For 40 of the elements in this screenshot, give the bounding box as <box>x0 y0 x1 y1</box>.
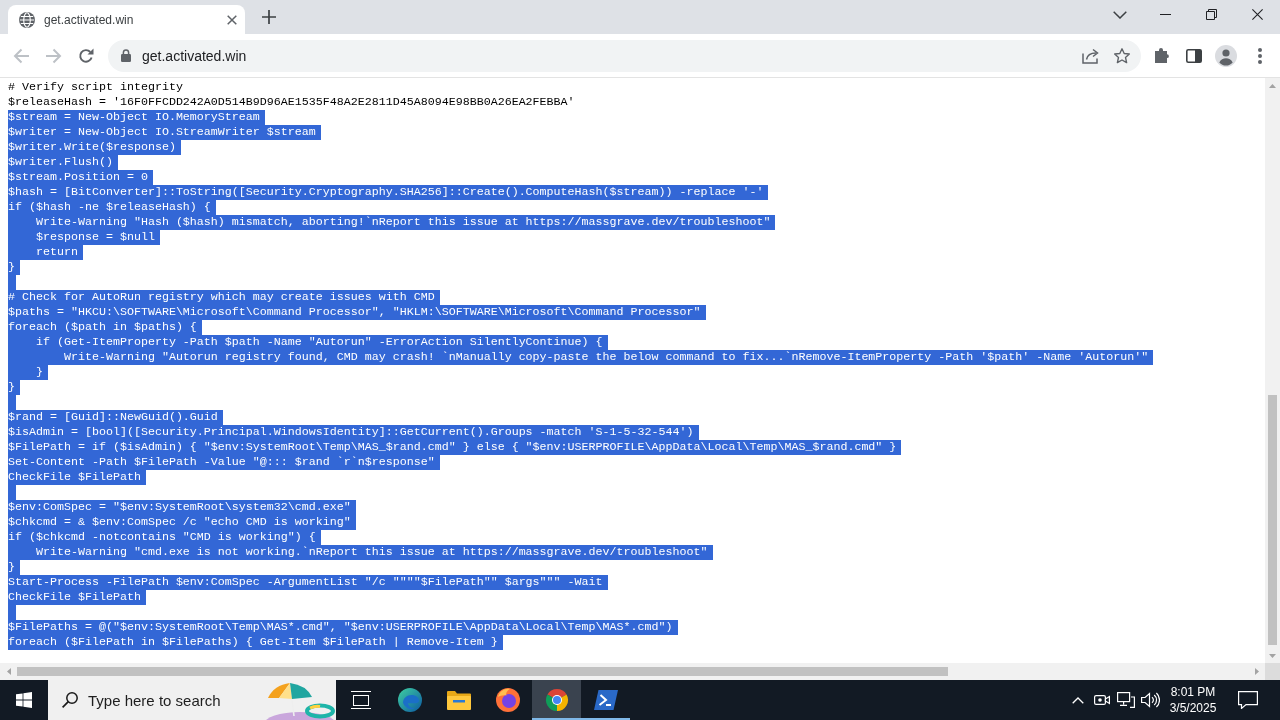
chevron-down-icon[interactable] <box>1113 11 1127 19</box>
globe-icon <box>19 11 35 28</box>
sidebar-icon[interactable] <box>1186 48 1202 63</box>
avatar-icon[interactable] <box>1215 44 1237 67</box>
chrome-icon <box>544 688 569 712</box>
horizontal-scrollbar[interactable] <box>0 663 1265 680</box>
minimize-icon[interactable] <box>1159 13 1171 15</box>
scrollbar-corner <box>1265 663 1280 680</box>
browser-tab[interactable]: get.activated.win <box>8 5 245 34</box>
chevron-up-icon[interactable] <box>1072 696 1084 704</box>
camera-icon[interactable] <box>1094 693 1110 707</box>
windows-logo-icon[interactable] <box>16 692 32 708</box>
close-icon[interactable] <box>1251 8 1263 20</box>
terminal-icon <box>593 689 618 711</box>
search-icon <box>62 692 78 708</box>
code-line: # Verify script integrity <box>8 80 183 95</box>
menu-icon[interactable] <box>1258 47 1262 64</box>
task-view-icon <box>350 691 371 709</box>
clock-time[interactable]: 8:01 PM <box>1170 684 1216 700</box>
star-icon[interactable] <box>1114 47 1130 64</box>
address-bar[interactable]: get.activated.win <box>108 39 1141 72</box>
notification-icon[interactable] <box>1238 691 1258 709</box>
share-icon[interactable] <box>1082 47 1099 64</box>
search-field[interactable]: Type here to search <box>88 691 256 709</box>
edge-icon <box>397 688 422 712</box>
vertical-scrollbar[interactable] <box>1265 78 1280 663</box>
network-icon[interactable] <box>1117 692 1135 708</box>
close-icon[interactable] <box>227 14 237 25</box>
reload-icon[interactable] <box>78 47 94 64</box>
plus-icon[interactable] <box>262 10 276 24</box>
lock-icon[interactable] <box>121 49 131 62</box>
restore-icon[interactable] <box>1205 8 1217 20</box>
clock-date[interactable]: 3/5/2025 <box>1169 700 1217 716</box>
folder-icon <box>446 690 471 710</box>
scrollbar-thumb[interactable] <box>1268 395 1277 645</box>
speaker-icon[interactable] <box>1140 692 1160 708</box>
code-line: $releaseHash = '16F0FFCDD242A0D514B9D96AE1535F48A2E2811D45A8094E98BB0A26EA2FEBBA' <box>8 95 575 110</box>
firefox-icon <box>495 688 520 712</box>
scrollbar-thumb[interactable] <box>17 667 948 676</box>
puzzle-icon[interactable] <box>1154 47 1170 64</box>
